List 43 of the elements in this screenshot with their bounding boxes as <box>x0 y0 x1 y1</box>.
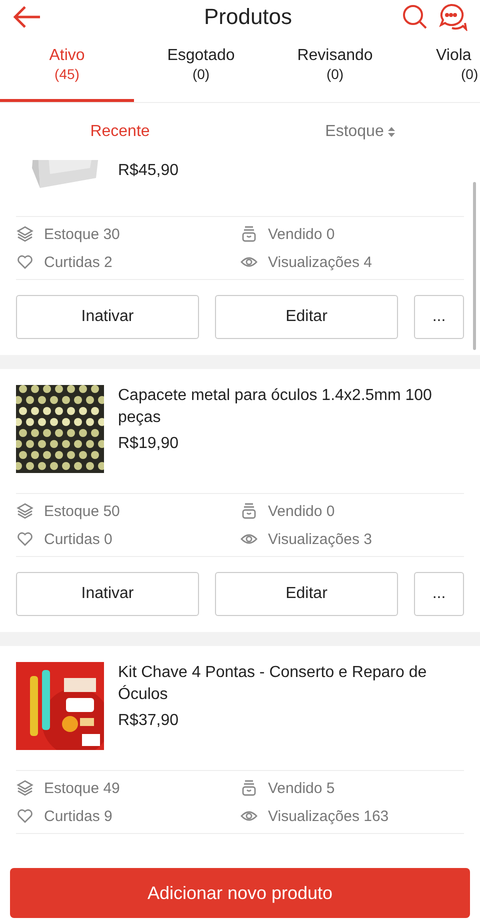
add-product-button[interactable]: Adicionar novo produto <box>10 868 470 918</box>
product-price: R$19,90 <box>118 434 180 454</box>
heart-icon <box>16 530 34 548</box>
layers-icon <box>16 779 34 797</box>
product-title: Kit Chave 4 Pontas - Conserto e Reparo de Óculos <box>118 663 428 705</box>
tab[interactable]: Viola (0) <box>402 46 480 102</box>
back-arrow-icon[interactable] <box>12 5 42 29</box>
stock-count: Estoque 50 <box>44 502 120 520</box>
layers-icon <box>16 502 34 520</box>
product-price: R$45,90 <box>118 161 178 181</box>
heart-icon <box>16 253 34 271</box>
views-count: Visualizações 163 <box>268 808 389 824</box>
likes-count: Curtidas 2 <box>44 254 112 270</box>
layers-icon <box>16 225 34 243</box>
more-button[interactable]: ... <box>414 572 464 616</box>
product-title: Capacete metal para óculos 1.4x2.5mm 100 peças <box>118 386 433 428</box>
tab[interactable]: Revisando (0) <box>268 46 402 102</box>
product-price: R$37,90 <box>118 711 180 731</box>
more-button[interactable]: ... <box>414 295 464 339</box>
edit-button[interactable]: Editar <box>215 295 398 339</box>
bag-icon <box>240 779 258 797</box>
stock-count: Estoque 49 <box>44 780 120 796</box>
views-count: Visualizações 3 <box>268 530 372 548</box>
search-icon[interactable] <box>402 4 428 30</box>
tab[interactable]: Esgotado (0) <box>134 46 268 102</box>
sort-option[interactable]: Estoque <box>240 122 480 140</box>
stock-count: Estoque 30 <box>44 226 120 242</box>
likes-count: Curtidas 0 <box>44 530 112 548</box>
chat-icon[interactable] <box>438 3 468 31</box>
sold-count: Vendido 5 <box>268 780 335 796</box>
sold-count: Vendido 0 <box>268 226 335 242</box>
edit-button[interactable]: Editar <box>215 572 398 616</box>
deactivate-button[interactable]: Inativar <box>16 572 199 616</box>
bag-icon <box>240 225 258 243</box>
page-title: Produtos <box>202 4 294 30</box>
views-count: Visualizações 4 <box>268 254 372 270</box>
heart-icon <box>16 807 34 825</box>
sort-option[interactable]: Recente <box>0 122 240 140</box>
sold-count: Vendido 0 <box>268 502 335 520</box>
bag-icon <box>240 502 258 520</box>
likes-count: Curtidas 9 <box>44 808 112 824</box>
sort-icon <box>388 126 395 136</box>
deactivate-button[interactable]: Inativar <box>16 295 199 339</box>
